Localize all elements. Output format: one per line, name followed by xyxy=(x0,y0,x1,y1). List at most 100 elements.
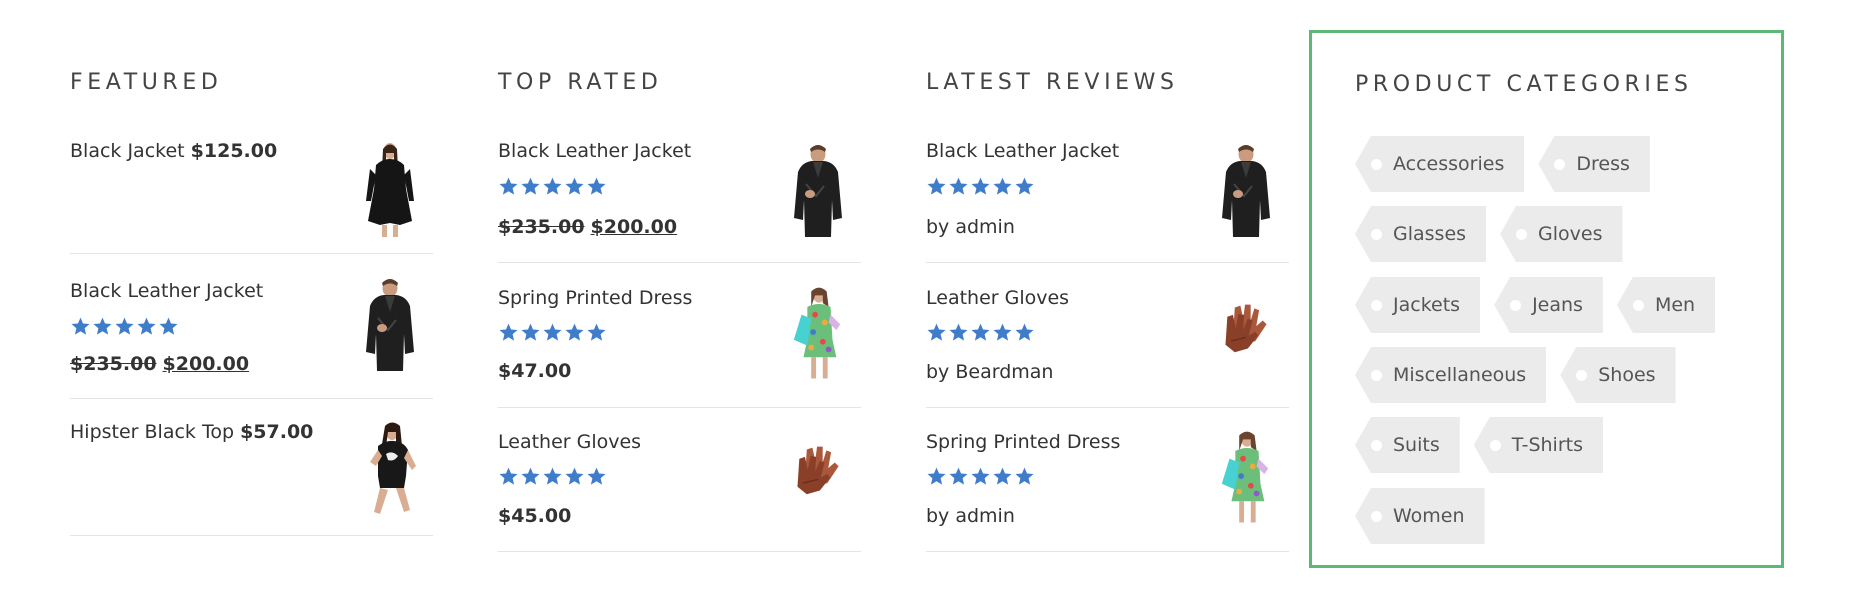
star-icon xyxy=(70,316,91,337)
star-icon xyxy=(970,176,991,197)
sale-price: $200.00 xyxy=(162,353,250,375)
tag-hole-icon xyxy=(1371,229,1382,240)
star-icon xyxy=(992,466,1013,487)
star-icon xyxy=(520,176,541,197)
category-tag-shoes[interactable]: Shoes xyxy=(1560,347,1676,403)
product-thumbnail[interactable] xyxy=(358,420,422,520)
product-thumbnail[interactable] xyxy=(1216,424,1274,532)
category-tag-t-shirts[interactable]: T-Shirts xyxy=(1473,417,1603,473)
product-price: $45.00 xyxy=(498,505,572,527)
tag-hole-icon xyxy=(1371,370,1382,381)
tag-label[interactable]: Gloves xyxy=(1538,223,1602,245)
tag-label[interactable]: Shoes xyxy=(1598,364,1655,386)
star-icon xyxy=(92,316,113,337)
star-icon xyxy=(158,316,179,337)
star-icon xyxy=(948,466,969,487)
list-item: Spring Printed Dress $47.00 xyxy=(498,286,861,408)
tag-hole-icon xyxy=(1576,370,1588,381)
product-thumbnail[interactable] xyxy=(360,273,420,375)
star-icon xyxy=(992,176,1013,197)
top-rated-title: TOP RATED xyxy=(498,70,663,95)
list-item: Black Leather Jacket $235.00 $200.00 xyxy=(498,139,861,263)
product-name[interactable]: Black Leather Jacket xyxy=(70,279,263,303)
tag-hole-icon xyxy=(1510,300,1522,311)
star-icon xyxy=(542,466,563,487)
product-name[interactable]: Black Jacket xyxy=(70,140,185,162)
old-price: $235.00 xyxy=(70,353,157,375)
product-price: $57.00 xyxy=(240,421,314,443)
category-tag-suits[interactable]: Suits xyxy=(1355,417,1460,473)
list-item: Leather Gloves $45.00 xyxy=(498,430,861,552)
star-icon xyxy=(520,322,541,343)
sale-price: $200.00 xyxy=(590,216,678,238)
category-tag-women[interactable]: Women xyxy=(1355,488,1485,544)
tag-label[interactable]: Glasses xyxy=(1393,223,1466,245)
category-tag-gloves[interactable]: Gloves xyxy=(1500,206,1623,262)
tag-label[interactable]: Suits xyxy=(1393,434,1440,456)
product-thumbnail[interactable] xyxy=(788,139,848,241)
product-thumbnail[interactable] xyxy=(360,139,420,239)
tag-hole-icon xyxy=(1371,159,1382,170)
product-price: $47.00 xyxy=(498,360,572,382)
product-name[interactable]: Spring Printed Dress xyxy=(498,286,692,310)
tag-label[interactable]: Jackets xyxy=(1393,294,1460,316)
star-icon xyxy=(948,322,969,343)
category-tag-glasses[interactable]: Glasses xyxy=(1355,206,1487,262)
category-tag-jackets[interactable]: Jackets xyxy=(1355,277,1481,333)
category-tag-accessories[interactable]: Accessories xyxy=(1355,136,1525,192)
product-categories-title: PRODUCT CATEGORIES xyxy=(1355,72,1693,97)
tag-row: Glasses Gloves xyxy=(1355,206,1623,262)
star-icon xyxy=(564,466,585,487)
review-author: by Beardman xyxy=(926,361,1054,383)
category-tag-jeans[interactable]: Jeans xyxy=(1494,277,1603,333)
tag-row: Miscellaneous Shoes xyxy=(1355,347,1676,403)
star-icon xyxy=(498,466,519,487)
product-thumbnail[interactable] xyxy=(788,280,846,388)
star-icon xyxy=(498,322,519,343)
product-name[interactable]: Hipster Black Top xyxy=(70,421,234,443)
product-link-black-jacket[interactable]: Black Jacket $125.00 xyxy=(70,139,277,163)
old-price: $235.00 xyxy=(498,216,585,238)
product-thumbnail[interactable] xyxy=(1218,300,1274,356)
star-icon xyxy=(970,466,991,487)
star-icon xyxy=(992,322,1013,343)
product-name[interactable]: Black Leather Jacket xyxy=(926,139,1119,163)
review-author: by admin xyxy=(926,505,1015,527)
star-rating xyxy=(926,322,1035,344)
review-author: by admin xyxy=(926,216,1015,238)
star-icon xyxy=(926,322,947,343)
star-icon xyxy=(926,176,947,197)
product-name[interactable]: Leather Gloves xyxy=(926,286,1069,310)
list-item: Hipster Black Top $57.00 xyxy=(70,420,433,536)
category-tag-miscellaneous[interactable]: Miscellaneous xyxy=(1355,347,1547,403)
product-thumbnail[interactable] xyxy=(790,442,846,498)
category-tag-dress[interactable]: Dress xyxy=(1538,136,1650,192)
star-icon xyxy=(564,322,585,343)
star-icon xyxy=(948,176,969,197)
star-icon xyxy=(542,176,563,197)
tag-label[interactable]: Miscellaneous xyxy=(1393,364,1526,386)
tag-label[interactable]: T-Shirts xyxy=(1512,434,1583,456)
category-tag-men[interactable]: Men xyxy=(1616,277,1716,333)
list-item: Leather Gloves by Beardman xyxy=(926,286,1289,408)
tag-row: Suits T-Shirts xyxy=(1355,417,1603,473)
product-name[interactable]: Leather Gloves xyxy=(498,430,641,454)
tag-label[interactable]: Jeans xyxy=(1532,294,1583,316)
product-name[interactable]: Black Leather Jacket xyxy=(498,139,691,163)
tag-hole-icon xyxy=(1371,300,1382,311)
tag-row: Jackets Jeans Men xyxy=(1355,277,1716,333)
tag-label[interactable]: Dress xyxy=(1576,153,1630,175)
product-price: $125.00 xyxy=(190,140,278,162)
tag-hole-icon xyxy=(1516,229,1528,240)
tag-label[interactable]: Men xyxy=(1655,294,1695,316)
tag-hole-icon xyxy=(1554,159,1566,170)
product-name[interactable]: Spring Printed Dress xyxy=(926,430,1120,454)
product-thumbnail[interactable] xyxy=(1216,139,1276,241)
tag-label[interactable]: Women xyxy=(1393,505,1465,527)
tag-label[interactable]: Accessories xyxy=(1393,153,1504,175)
list-item: Black Jacket $125.00 xyxy=(70,139,433,254)
product-link-hipster-black-top[interactable]: Hipster Black Top $57.00 xyxy=(70,420,313,444)
tag-row: Women xyxy=(1355,488,1485,544)
list-item: Black Leather Jacket by admin xyxy=(926,139,1289,263)
product-categories-widget: PRODUCT CATEGORIES Accessories Dress Gla… xyxy=(1309,30,1784,568)
